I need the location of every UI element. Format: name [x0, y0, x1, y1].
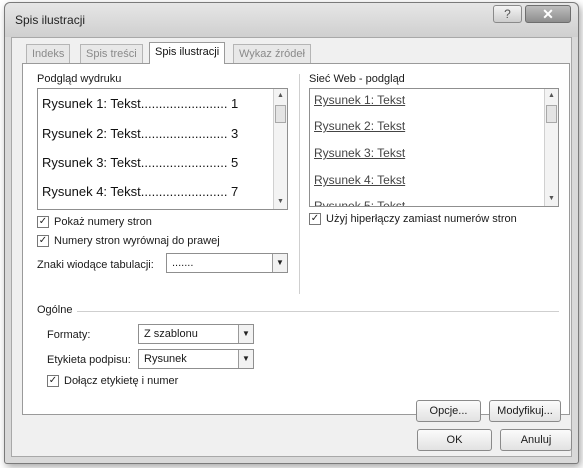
- chevron-down-icon[interactable]: ▼: [238, 325, 253, 343]
- web-link-row: Rysunek 1: Tekst: [314, 93, 406, 107]
- scroll-down-icon[interactable]: ▼: [274, 195, 287, 209]
- tab-label: Wykaz źródeł: [239, 48, 305, 60]
- include-label-text: Dołącz etykietę i numer: [64, 375, 179, 387]
- caption-select[interactable]: Rysunek ▼: [138, 349, 254, 369]
- cancel-button[interactable]: Anuluj: [500, 429, 572, 451]
- scroll-up-icon[interactable]: ▲: [545, 89, 558, 103]
- tab-leader-value: .......: [172, 257, 194, 269]
- tab-spis-ilustracji[interactable]: Spis ilustracji: [149, 42, 226, 64]
- help-icon: ?: [504, 7, 511, 21]
- print-preview-box[interactable]: Rysunek 1: Tekst........................…: [37, 88, 288, 210]
- print-preview-scrollbar[interactable]: ▲ ▼: [273, 89, 287, 209]
- right-align-label: Numery stron wyrównaj do prawej: [54, 235, 220, 247]
- print-preview-title: Podgląd wydruku: [37, 73, 122, 85]
- check-icon: ✓: [310, 213, 320, 224]
- formats-select[interactable]: Z szablonu ▼: [138, 324, 254, 344]
- tab-leader-label: Znaki wiodące tabulacji:: [37, 259, 154, 271]
- chevron-down-icon[interactable]: ▼: [272, 254, 287, 272]
- scroll-up-icon[interactable]: ▲: [274, 89, 287, 103]
- right-align-checkbox[interactable]: ✓: [37, 235, 49, 247]
- preview-row: Rysunek 3: Tekst........................…: [42, 155, 239, 170]
- caption-label: Etykieta podpisu:: [47, 354, 131, 366]
- use-hyperlinks-label: Użyj hiperłączy zamiast numerów stron: [326, 213, 517, 225]
- general-section-title: Ogólne: [37, 304, 73, 316]
- preview-row: Rysunek 2: Tekst........................…: [42, 126, 239, 141]
- include-label-checkbox[interactable]: ✓: [47, 375, 59, 387]
- title-bar: Spis ilustracji ? ✕: [5, 3, 578, 37]
- tab-label: Spis ilustracji: [155, 46, 220, 58]
- web-link-row: Rysunek 5: Tekst: [314, 199, 406, 207]
- dialog-title: Spis ilustracji: [15, 13, 86, 27]
- preview-row: Rysunek 4: Tekst........................…: [42, 184, 239, 199]
- scroll-thumb[interactable]: [546, 105, 557, 123]
- tab-spis-tresci[interactable]: Spis treści: [80, 44, 143, 63]
- close-icon: ✕: [542, 6, 554, 22]
- preview-row: Rysunek 1: Tekst........................…: [42, 96, 239, 111]
- web-link-row: Rysunek 3: Tekst: [314, 146, 406, 160]
- web-link-row: Rysunek 4: Tekst: [314, 173, 406, 187]
- tab-panel: Podgląd wydruku Rysunek 1: Tekst........…: [22, 63, 570, 422]
- web-preview-scrollbar[interactable]: ▲ ▼: [544, 89, 558, 206]
- web-preview-box[interactable]: Rysunek 1: Tekst Rysunek 2: Tekst Rysune…: [309, 88, 559, 207]
- general-section-divider: [77, 311, 559, 312]
- modify-button[interactable]: Modyfikuj...: [489, 400, 561, 422]
- show-page-numbers-label: Pokaż numery stron: [54, 216, 152, 228]
- tab-indeks[interactable]: Indeks: [26, 44, 71, 63]
- show-page-numbers-checkbox[interactable]: ✓: [37, 216, 49, 228]
- tab-label: Indeks: [32, 48, 65, 60]
- formats-label: Formaty:: [47, 329, 91, 341]
- formats-value: Z szablonu: [144, 328, 198, 340]
- check-icon: ✓: [38, 216, 48, 227]
- web-preview-title: Sieć Web - podgląd: [309, 73, 405, 85]
- help-button[interactable]: ?: [493, 5, 522, 23]
- ok-button[interactable]: OK: [417, 429, 492, 451]
- scroll-down-icon[interactable]: ▼: [545, 192, 558, 206]
- chevron-down-icon[interactable]: ▼: [238, 350, 253, 368]
- dialog-window: Spis ilustracji ? ✕ Indeks Spis treści S…: [4, 2, 579, 464]
- caption-value: Rysunek: [144, 353, 187, 365]
- close-button[interactable]: ✕: [525, 5, 571, 23]
- column-divider: [299, 74, 300, 294]
- options-button[interactable]: Opcje...: [416, 400, 481, 422]
- scroll-thumb[interactable]: [275, 105, 286, 123]
- web-link-row: Rysunek 2: Tekst: [314, 119, 406, 133]
- tab-leader-select[interactable]: ....... ▼: [166, 253, 288, 273]
- check-icon: ✓: [48, 375, 58, 386]
- check-icon: ✓: [38, 235, 48, 246]
- use-hyperlinks-checkbox[interactable]: ✓: [309, 213, 321, 225]
- tab-wykaz-zrodel[interactable]: Wykaz źródeł: [233, 44, 311, 63]
- tab-label: Spis treści: [86, 48, 137, 60]
- dialog-client-area: Indeks Spis treści Spis ilustracji Wykaz…: [11, 37, 572, 457]
